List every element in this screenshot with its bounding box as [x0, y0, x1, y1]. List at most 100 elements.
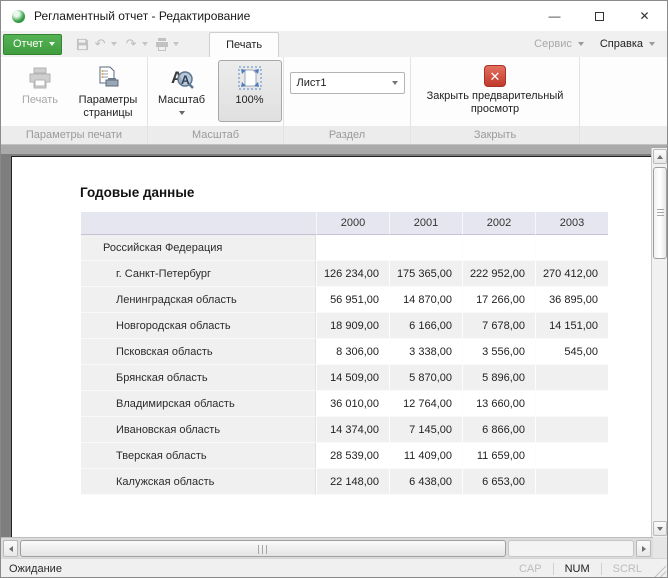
cell-value: 36 895,00 — [535, 287, 608, 313]
page-setup-icon — [95, 65, 121, 91]
ribbon-group-label-section: Раздел — [284, 126, 410, 144]
resize-grip[interactable] — [654, 566, 666, 578]
chevron-down-icon — [392, 81, 398, 85]
cell-value: 18 909,00 — [316, 313, 389, 339]
cell-value: 12 764,00 — [389, 391, 462, 417]
app-window: Регламентный отчет - Редактирование — ✕ … — [0, 0, 668, 578]
triangle-left-icon — [9, 546, 13, 552]
sheet-select[interactable]: Лист1 — [290, 72, 405, 94]
cell-value: 6 166,00 — [389, 313, 462, 339]
table-row: Ивановская область14 374,007 145,006 866… — [81, 417, 608, 443]
undo-icon[interactable]: ↶ — [92, 36, 108, 52]
maximize-button[interactable] — [577, 1, 622, 31]
page-setup-button[interactable]: Параметры страницы — [76, 60, 140, 121]
cell-value: 14 509,00 — [316, 365, 389, 391]
zoom-100-icon — [237, 65, 263, 91]
close-button[interactable]: ✕ — [622, 1, 667, 31]
table-row: Тверская область28 539,0011 409,0011 659… — [81, 443, 608, 469]
close-preview-button[interactable]: ✕ Закрыть предварительный просмотр — [416, 60, 574, 117]
table-row: Новгородская область18 909,006 166,007 6… — [81, 313, 608, 339]
ribbon: Печать Параметры страницы Параметры печа… — [1, 57, 667, 145]
table-row: Владимирская область36 010,0012 764,0013… — [81, 391, 608, 417]
minimize-button[interactable]: — — [532, 1, 577, 31]
cell-value: 6 438,00 — [389, 469, 462, 495]
report-table: 2000200120022003 Российская Федерацияг. … — [81, 212, 608, 495]
ribbon-group-close: ✕ Закрыть предварительный просмотр Закры… — [411, 57, 580, 144]
keyboard-indicators: CAP NUM SCRL — [508, 559, 653, 578]
cell-value: 175 365,00 — [389, 261, 462, 287]
report-page: Годовые данные 2000200120022003 Российск… — [11, 156, 651, 537]
ribbon-group-print: Печать Параметры страницы Параметры печа… — [1, 57, 148, 144]
thumb-grip-icon — [657, 209, 664, 217]
menu-help-label: Справка — [600, 38, 643, 50]
horizontal-scrollbar[interactable] — [1, 537, 667, 558]
report-menu-button[interactable]: Отчет — [3, 34, 62, 55]
ribbon-group-scale: A A Масштаб — [148, 57, 284, 144]
maximize-icon — [595, 12, 604, 21]
cell-value — [389, 235, 462, 261]
cell-value — [535, 365, 608, 391]
scroll-left-button[interactable] — [3, 540, 18, 557]
num-lock-indicator: NUM — [554, 563, 601, 575]
chevron-down-icon — [578, 42, 584, 46]
report-menu-label: Отчет — [13, 38, 43, 50]
title-bar: Регламентный отчет - Редактирование — ✕ — [1, 1, 667, 31]
redo-icon[interactable]: ↷ — [123, 36, 139, 52]
print-button: Печать — [8, 60, 72, 108]
cell-value: 126 234,00 — [316, 261, 389, 287]
printer-icon — [27, 65, 53, 91]
scroll-right-button[interactable] — [636, 540, 651, 557]
menu-service-label: Сервис — [534, 38, 572, 50]
ribbon-group-label-scale: Масштаб — [148, 126, 283, 144]
scroll-up-button[interactable] — [653, 149, 667, 164]
minimize-icon: — — [549, 9, 561, 23]
scroll-down-button[interactable] — [653, 521, 667, 536]
table-row: Российская Федерация — [81, 235, 608, 261]
zoom-100-button[interactable]: 100% — [218, 60, 282, 122]
vertical-scrollbar[interactable] — [651, 148, 667, 537]
horizontal-scrollbar-track[interactable] — [508, 540, 634, 557]
row-label: Калужская область — [81, 469, 316, 495]
chevron-down-icon — [49, 42, 55, 46]
print-dropdown-icon[interactable] — [173, 42, 179, 46]
scale-button[interactable]: A A Масштаб — [150, 60, 214, 116]
menu-service: Сервис — [528, 38, 590, 50]
undo-dropdown-icon[interactable] — [111, 42, 117, 46]
cell-value: 11 409,00 — [389, 443, 462, 469]
tab-print[interactable]: Печать — [209, 32, 279, 57]
ribbon-group-label-close: Закрыть — [411, 126, 579, 144]
window-controls: — ✕ — [532, 1, 667, 31]
ribbon-group-spacer — [580, 57, 667, 144]
save-icon[interactable] — [74, 36, 90, 52]
cell-value: 14 151,00 — [535, 313, 608, 339]
print-small-icon[interactable] — [154, 36, 170, 52]
quick-access-icons: ↶ ↷ — [74, 36, 183, 52]
cell-value: 222 952,00 — [462, 261, 535, 287]
cell-value: 5 870,00 — [389, 365, 462, 391]
chevron-down-icon — [649, 42, 655, 46]
close-preview-icon: ✕ — [484, 65, 506, 87]
tab-print-label: Печать — [226, 39, 262, 51]
print-preview-pane: Годовые данные 2000200120022003 Российск… — [1, 145, 667, 537]
svg-text:A: A — [181, 73, 190, 87]
cell-value: 3 338,00 — [389, 339, 462, 365]
cell-value — [462, 235, 535, 261]
cell-value — [316, 235, 389, 261]
row-label: Ивановская область — [81, 417, 316, 443]
redo-dropdown-icon[interactable] — [142, 42, 148, 46]
scroll-lock-indicator: SCRL — [602, 563, 653, 575]
column-header: 2002 — [462, 212, 535, 235]
table-row: Брянская область14 509,005 870,005 896,0… — [81, 365, 608, 391]
ribbon-group-label-print: Параметры печати — [1, 126, 147, 144]
scale-icon: A A — [169, 65, 195, 91]
cell-value: 545,00 — [535, 339, 608, 365]
row-label: Российская Федерация — [81, 235, 316, 261]
horizontal-scrollbar-thumb[interactable] — [20, 540, 506, 557]
cell-value: 7 678,00 — [462, 313, 535, 339]
row-label: Брянская область — [81, 365, 316, 391]
close-preview-button-label: Закрыть предварительный просмотр — [417, 90, 573, 116]
column-header: 2001 — [389, 212, 462, 235]
menu-help[interactable]: Справка — [594, 38, 661, 50]
vertical-scrollbar-thumb[interactable] — [653, 167, 667, 259]
report-title: Годовые данные — [80, 185, 194, 200]
